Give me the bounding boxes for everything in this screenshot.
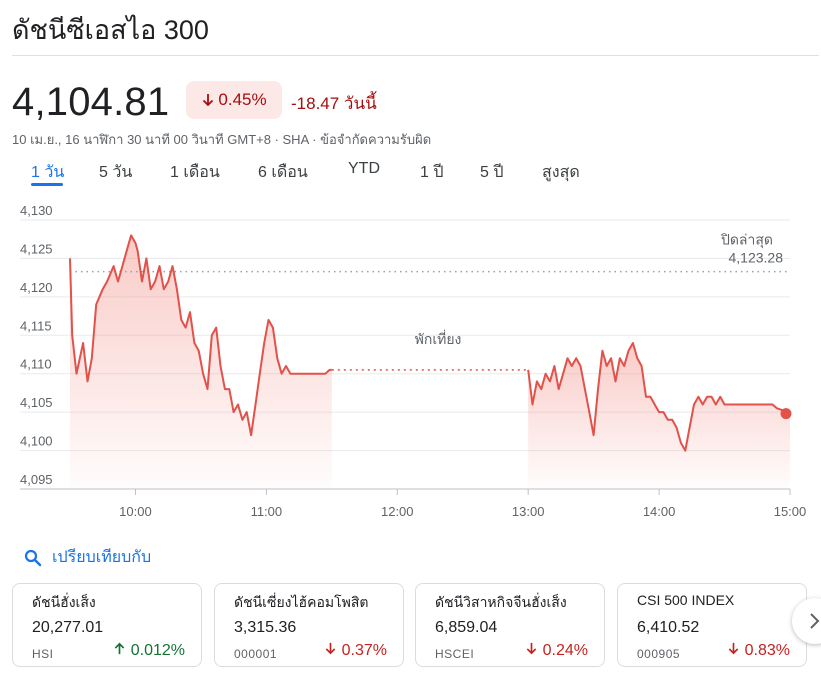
compare-card-shanghai-composite[interactable]: ดัชนีเซี่ยงไฮ้คอมโพสิต 3,315.36 000001 0… (214, 583, 404, 667)
chevron-right-icon (810, 613, 820, 629)
card-symbol: 000001 (234, 647, 278, 661)
card-change-value: 0.012% (130, 642, 185, 659)
y-tick-label: 4,100 (20, 434, 53, 449)
card-name: ดัชนีวิสาหกิจจีนฮั่งเส็ง (435, 594, 567, 610)
page-title: ดัชนีซีเอสไอ 300 (12, 15, 209, 45)
x-tick-label: 14:00 (643, 504, 676, 519)
x-tick-label: 15:00 (774, 504, 807, 519)
y-tick-label: 4,120 (20, 280, 53, 295)
arrow-down-icon (325, 642, 336, 655)
arrow-down-icon (728, 642, 739, 655)
current-price: 4,104.81 (12, 80, 170, 124)
last-price-dot (780, 408, 792, 420)
card-change: 0.37% (324, 642, 387, 660)
arrow-up-icon (115, 642, 125, 655)
price-chart[interactable]: 4,130 4,125 4,120 4,115 4,110 4,105 4,100 4,095… (0, 200, 821, 530)
lunch-break-label: พักเที่ยง (415, 330, 462, 347)
y-tick-label: 4,095 (20, 472, 53, 487)
tab-1-day[interactable]: 1 วัน (31, 160, 64, 185)
x-tick-label: 13:00 (512, 504, 545, 519)
x-tick-label: 12:00 (381, 504, 414, 519)
card-change-value: 0.37% (341, 642, 387, 659)
compare-card-csi-500[interactable]: CSI 500 INDEX 6,410.52 000905 0.83% (617, 583, 807, 667)
card-symbol: HSCEI (435, 647, 475, 661)
tab-1-month[interactable]: 1 เดือน (170, 160, 220, 185)
change-percent-value: 0.45% (218, 90, 267, 109)
card-symbol: HSI (32, 647, 54, 661)
card-name: CSI 500 INDEX (637, 592, 735, 608)
arrow-down-icon (203, 94, 214, 107)
card-change: 0.24% (525, 642, 588, 660)
change-absolute: -18.47 วันนี้ (291, 94, 377, 113)
header-divider (12, 55, 819, 56)
compare-card-hscei[interactable]: ดัชนีวิสาหกิจจีนฮั่งเส็ง 6,859.04 HSCEI … (415, 583, 605, 667)
y-tick-label: 4,130 (20, 203, 53, 218)
card-value: 3,315.36 (234, 619, 297, 636)
area-fill-afternoon (528, 343, 790, 489)
x-tick-label: 11:00 (251, 504, 283, 519)
card-change-value: 0.83% (744, 642, 790, 659)
card-change: 0.83% (727, 642, 790, 660)
card-name: ดัชนีฮั่งเส็ง (32, 594, 96, 610)
tab-max[interactable]: สูงสุด (542, 160, 580, 185)
tab-1-year[interactable]: 1 ปี (420, 160, 444, 185)
card-change: 0.012% (113, 642, 185, 660)
card-value: 6,859.04 (435, 619, 498, 636)
compare-card-hsi[interactable]: ดัชนีฮั่งเส็ง 20,277.01 HSI 0.012% (12, 583, 202, 667)
y-tick-label: 4,110 (20, 357, 52, 372)
card-value: 20,277.01 (32, 619, 104, 636)
change-percent-badge: 0.45% (186, 81, 282, 119)
tab-6-months[interactable]: 6 เดือน (258, 160, 308, 185)
compare-label: เปรียบเทียบกับ (52, 549, 152, 566)
tab-5-years[interactable]: 5 ปี (480, 160, 504, 185)
active-tab-indicator (31, 183, 63, 186)
card-name: ดัชนีเซี่ยงไฮ้คอมโพสิต (234, 594, 369, 610)
y-tick-label: 4,125 (20, 241, 53, 256)
card-value: 6,410.52 (637, 619, 700, 636)
tab-ytd[interactable]: YTD (348, 160, 380, 178)
y-tick-label: 4,115 (20, 318, 52, 333)
card-symbol: 000905 (637, 647, 681, 661)
search-icon (24, 549, 42, 566)
previous-close-label: ปิดล่าสุด (720, 232, 773, 249)
compare-button[interactable]: เปรียบเทียบกับ (24, 545, 151, 570)
x-tick-label: 10:00 (119, 504, 152, 519)
quote-timestamp-line: 10 เม.ย., 16 นาฬิกา 30 นาที 00 วินาที GM… (12, 132, 432, 147)
tab-5-days[interactable]: 5 วัน (99, 160, 132, 185)
arrow-down-icon (526, 642, 537, 655)
y-tick-label: 4,105 (20, 395, 53, 410)
previous-close-value: 4,123.28 (729, 250, 784, 266)
card-change-value: 0.24% (542, 642, 588, 659)
